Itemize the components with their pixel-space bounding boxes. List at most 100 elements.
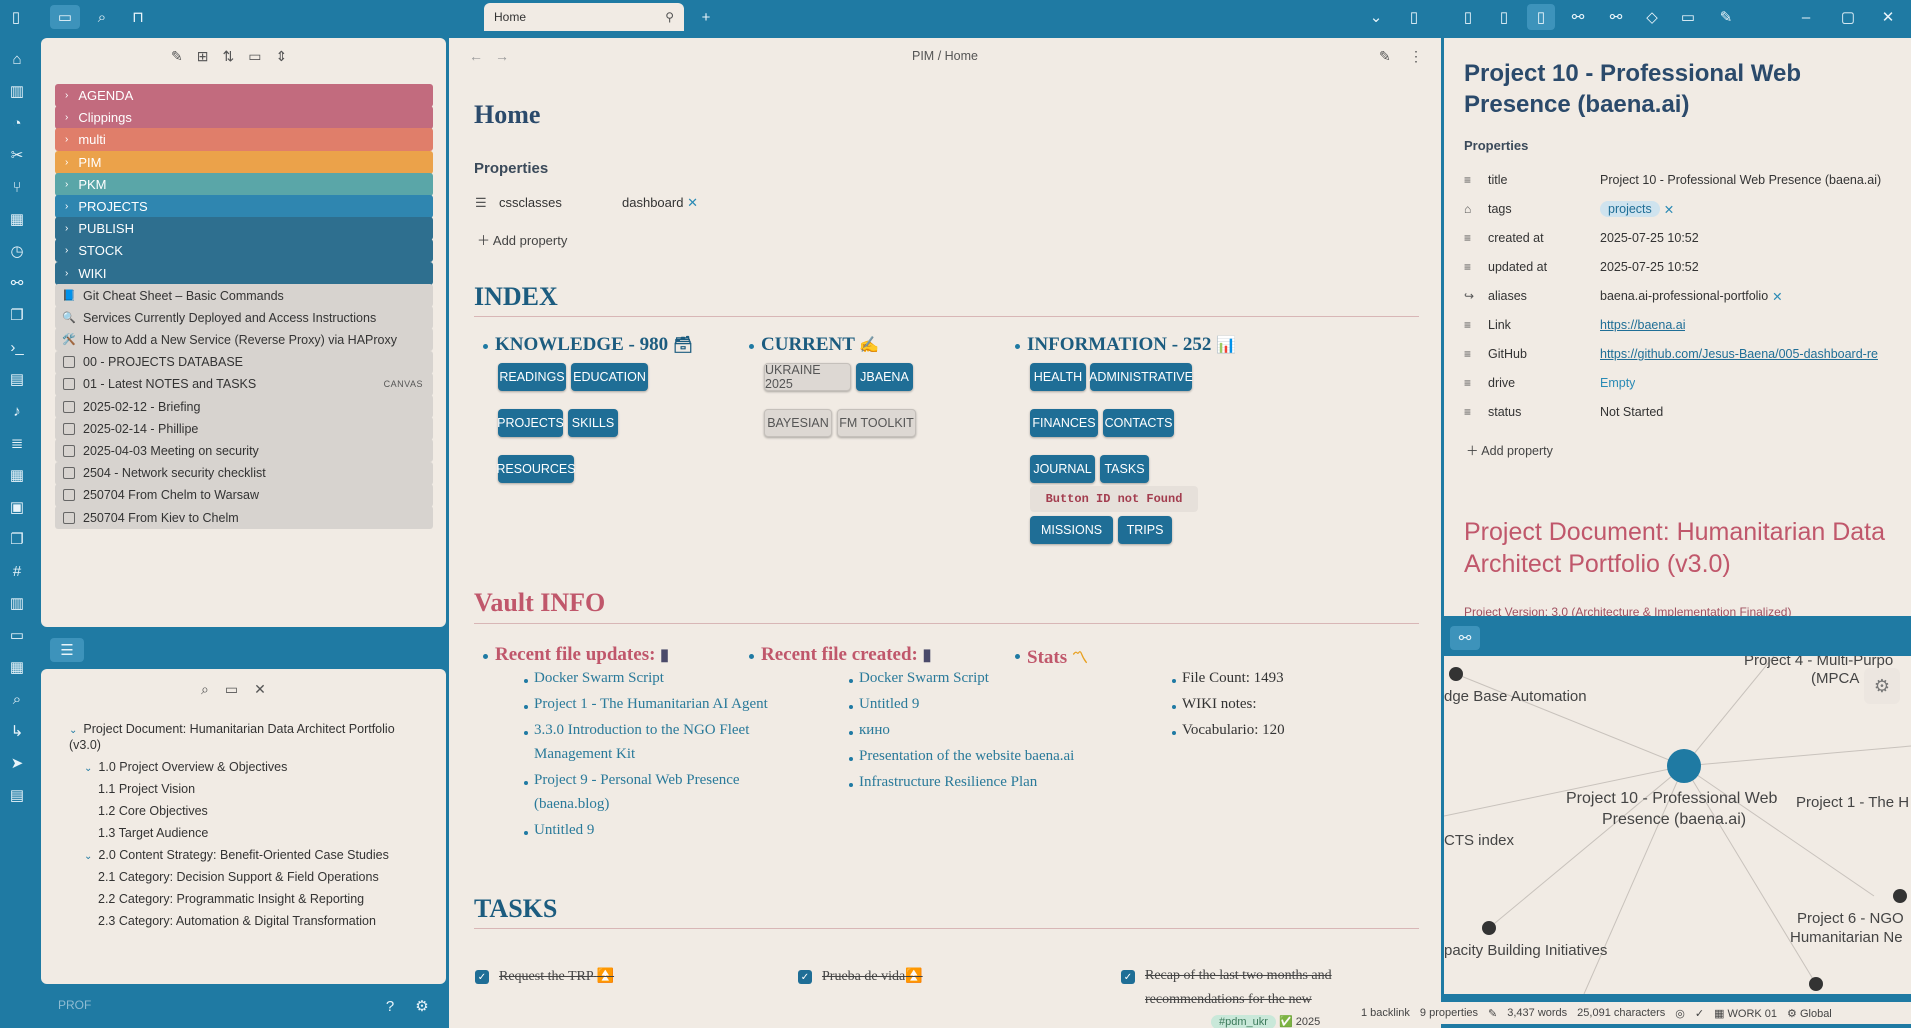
folder-item[interactable]: › AGENDA [55, 84, 433, 107]
outline-item[interactable]: 2.3 Category: Automation & Digital Trans… [98, 914, 376, 928]
clock-icon[interactable]: ◷ [5, 240, 29, 262]
new-note-icon[interactable]: ✎ [171, 48, 183, 68]
file-item[interactable]: 00 - PROJECTS DATABASE [55, 350, 433, 374]
expand-icon[interactable]: ⇕ [275, 48, 287, 68]
tools-icon[interactable]: ✂ [5, 144, 29, 166]
graph-label[interactable]: Project 10 - Professional Web [1566, 790, 1777, 808]
property-row[interactable]: ≡ drive Empty [1464, 369, 1904, 397]
property-value[interactable]: https://baena.ai [1600, 318, 1685, 332]
property-value[interactable]: https://github.com/Jesus-Baena/005-dashb… [1600, 347, 1878, 361]
graph-view[interactable]: Project 4 - Multi-Purpo (MPCA dge Base A… [1444, 656, 1911, 994]
scope[interactable]: ⚙ Global [1787, 1007, 1832, 1020]
folder-item[interactable]: › PIM [55, 150, 433, 174]
file-item[interactable]: 📘 Git Cheat Sheet – Basic Commands [55, 284, 433, 307]
tasks-button[interactable]: TASKS [1100, 455, 1149, 483]
tab-home[interactable]: Home ⚲ [484, 3, 684, 31]
recent-file-link[interactable]: Management Kit [534, 746, 635, 763]
health-button[interactable]: HEALTH [1030, 363, 1086, 391]
graph-icon[interactable]: ⚯ [1450, 626, 1480, 650]
finances-button[interactable]: FINANCES [1030, 409, 1098, 437]
task-item[interactable]: Request the TRP ⏫ [499, 968, 614, 985]
trips-button[interactable]: TRIPS [1118, 516, 1172, 544]
chevron-down-icon[interactable]: ⌄ [84, 851, 92, 862]
help-icon[interactable]: ? [380, 996, 400, 1016]
file-item[interactable]: 2025-02-14 - Phillipe [55, 417, 433, 441]
administrative-button[interactable]: ADMINISTRATIVE [1089, 363, 1193, 391]
numbers-icon[interactable]: # [5, 560, 29, 582]
gauge-icon[interactable]: ◔ [5, 112, 29, 134]
task-checkbox[interactable]: ✓ [475, 970, 489, 984]
property-row[interactable]: ≡ Link https://baena.ai [1464, 311, 1904, 339]
outline-item[interactable]: 1.2 Core Objectives [98, 804, 208, 818]
collapse-all-icon[interactable]: ▭ [225, 681, 238, 698]
outline-item[interactable]: 1.3 Target Audience [98, 826, 208, 840]
recent-file-link[interactable]: Project 1 - The Humanitarian AI Agent [534, 696, 768, 713]
property-value[interactable]: 2025-07-25 10:52 [1600, 260, 1699, 274]
property-row[interactable]: ≡ title Project 10 - Professional Web Pres… [1464, 166, 1904, 194]
missions-button[interactable]: MISSIONS [1030, 516, 1113, 544]
restore-icon[interactable]: ▢ [1836, 5, 1860, 29]
new-folder-icon[interactable]: ⊞ [197, 48, 209, 68]
file-item[interactable]: 2504 - Network security checklist [55, 461, 433, 485]
folder-item[interactable]: › multi [55, 128, 433, 152]
recent-file-link[interactable]: Infrastructure Resilience Plan [859, 774, 1037, 791]
outline-item[interactable]: (v3.0) [69, 738, 101, 752]
outline-item[interactable]: ⌄ Project Document: Humanitarian Data Arc… [69, 722, 395, 736]
recent-file-link[interactable]: Docker Swarm Script [534, 670, 664, 687]
sync-icon[interactable]: ◎ [1675, 1007, 1685, 1020]
file-item[interactable]: 01 - Latest NOTES and TASKS CANVAS [55, 372, 433, 396]
graph-label[interactable]: pacity Building Initiatives [1444, 942, 1607, 959]
graph-label[interactable]: Project 1 - The H [1796, 794, 1909, 811]
task-item[interactable]: Prueba de vida⏫ [822, 968, 923, 985]
folder-item[interactable]: › PKM [55, 172, 433, 196]
calendar-icon[interactable]: ▣ [5, 496, 29, 518]
property-value[interactable]: Not Started [1600, 405, 1663, 419]
recent-file-link[interactable]: кино [859, 722, 890, 739]
contacts-button[interactable]: CONTACTS [1103, 409, 1174, 437]
graph-label[interactable]: Humanitarian Ne [1790, 929, 1903, 946]
new-tab-icon[interactable]: + [694, 5, 718, 29]
bookmark-icon[interactable]: ⊓ [126, 5, 150, 29]
file-item[interactable]: 2025-02-12 - Briefing [55, 395, 433, 418]
archive-icon[interactable]: ▭ [1676, 5, 1700, 29]
task-tag[interactable]: #pdm_ukr [1211, 1015, 1276, 1028]
outgoing-link-icon[interactable]: ⚯ [1604, 5, 1628, 29]
error-button[interactable]: Button ID not Found [1030, 486, 1198, 512]
property-value[interactable]: baena.ai-professional-portfolio [1600, 289, 1768, 303]
dashboard-icon[interactable]: ▦ [5, 464, 29, 486]
export-icon[interactable]: ↳ [5, 720, 29, 742]
table-icon[interactable]: ≣ [5, 432, 29, 454]
notes-icon[interactable]: ▤ [5, 784, 29, 806]
outline-item[interactable]: 2.2 Category: Programmatic Insight & Rep… [98, 892, 364, 906]
add-property-button[interactable]: ＋ Add property [1466, 440, 1553, 459]
recent-file-link[interactable]: Untitled 9 [534, 822, 594, 839]
folder-item[interactable]: › WIKI [55, 261, 433, 285]
edit-icon[interactable]: ✎ [1379, 48, 1391, 65]
search-icon[interactable]: ⌕ [90, 5, 114, 29]
gear-icon[interactable]: ⚙ [1864, 668, 1900, 704]
sort-icon[interactable]: ⇅ [222, 48, 234, 68]
home-icon[interactable]: ⌂ [5, 48, 29, 70]
link-icon[interactable]: ⚯ [1566, 5, 1590, 29]
property-value[interactable]: Empty [1600, 376, 1635, 390]
calendar-grid-icon[interactable]: ▦ [5, 656, 29, 678]
layout-icon[interactable]: ▥ [5, 592, 29, 614]
property-row[interactable]: ≡ GitHub https://github.com/Jesus-Baena/00… [1464, 340, 1904, 368]
folder-icon[interactable]: ▭ [50, 5, 80, 29]
breadcrumb[interactable]: PIM / Home [449, 49, 1441, 63]
terminal-icon[interactable]: ›_ [5, 336, 29, 358]
recent-file-link[interactable]: Presentation of the website baena.ai [859, 748, 1074, 765]
task-item[interactable]: Recap of the last two months and [1145, 968, 1332, 984]
graph-label[interactable]: dge Base Automation [1444, 688, 1587, 705]
close-icon[interactable]: ✕ [254, 681, 266, 698]
gear-icon[interactable]: ⚙ [412, 996, 432, 1016]
collapse-icon[interactable]: ▭ [248, 48, 261, 68]
outline-icon[interactable]: ☰ [50, 638, 84, 662]
sidebar-toggle-icon[interactable]: ▯ [4, 5, 28, 29]
skills-button[interactable]: SKILLS [568, 409, 618, 437]
file-item[interactable]: 250704 From Chelm to Warsaw [55, 483, 433, 507]
task-checkbox[interactable]: ✓ [798, 970, 812, 984]
chevron-down-icon[interactable]: ⌄ [69, 725, 77, 736]
file-item[interactable]: 🔍 Services Currently Deployed and Access … [55, 306, 433, 330]
recent-file-link[interactable]: 3.3.0 Introduction to the NGO Fleet [534, 722, 749, 739]
